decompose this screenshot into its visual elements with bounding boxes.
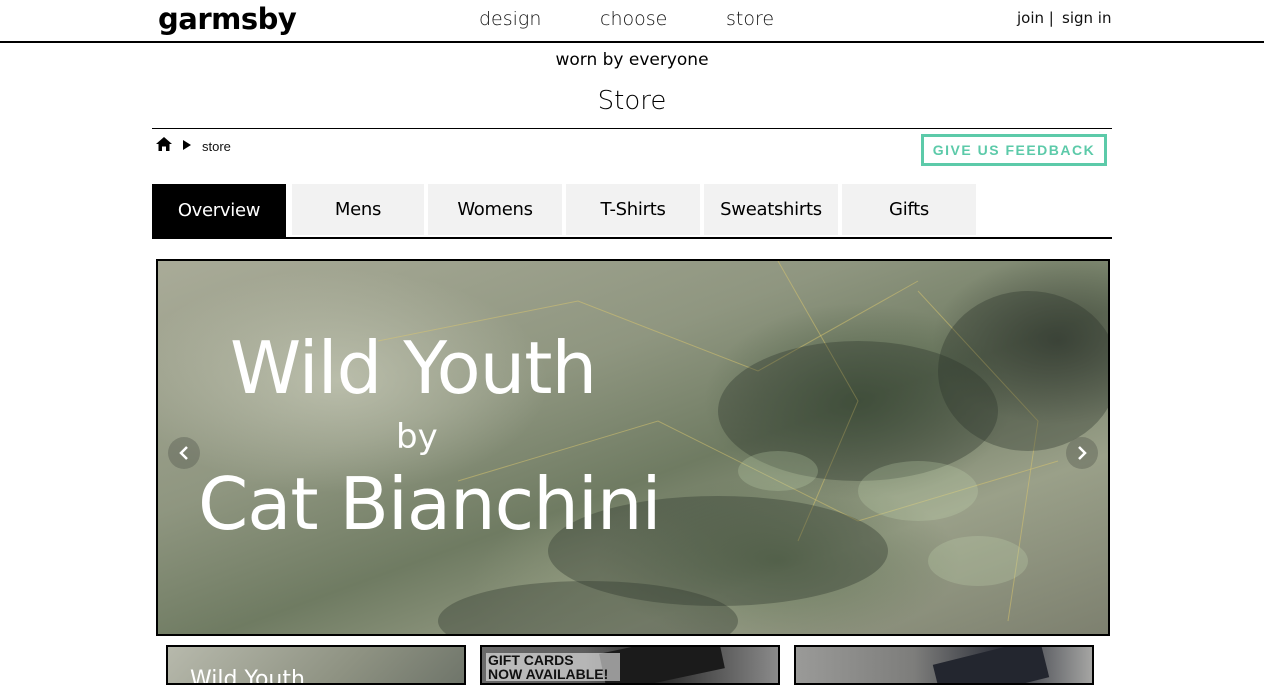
divider [152, 128, 1112, 129]
tagline: worn by everyone [555, 50, 709, 70]
breadcrumb-separator-icon [182, 137, 192, 155]
gift-cards-line2: NOW AVAILABLE! [488, 666, 609, 682]
hero-by: by [396, 417, 438, 457]
home-icon[interactable] [156, 136, 172, 156]
tab-sweatshirts[interactable]: Sweatshirts [704, 184, 838, 235]
thumbnail-title: Wild Youth [190, 667, 305, 685]
nav-store[interactable]: store [726, 6, 774, 32]
nav-design[interactable]: design [479, 6, 541, 32]
tab-t-shirts[interactable]: T-Shirts [566, 184, 700, 235]
thumbnail-packaging[interactable] [794, 645, 1094, 685]
nav-choose[interactable]: choose [600, 6, 667, 32]
hero-image [377, 261, 1108, 634]
hero-artist: Cat Bianchini [198, 462, 662, 546]
tab-womens[interactable]: Womens [428, 184, 562, 235]
prev-arrow-icon[interactable] [168, 437, 200, 469]
thumbnail-gift-cards[interactable]: GIFT CARDS NOW AVAILABLE! [480, 645, 780, 685]
store-tabs: Overview Mens Womens T-Shirts Sweatshirt… [152, 184, 1112, 239]
hero-title: Wild Youth [230, 326, 597, 410]
breadcrumb: store [156, 136, 231, 156]
tab-overview[interactable]: Overview [152, 184, 286, 237]
top-nav: garmsby design choose store join | sign … [0, 0, 1264, 43]
next-arrow-icon[interactable] [1066, 437, 1098, 469]
breadcrumb-current[interactable]: store [202, 139, 231, 154]
page-title: Store [597, 86, 667, 116]
hero-carousel[interactable]: Wild Youth by Cat Bianchini [156, 259, 1110, 636]
tab-mens[interactable]: Mens [292, 184, 424, 235]
gift-cards-text: GIFT CARDS NOW AVAILABLE! [486, 653, 620, 681]
packaging-image [932, 647, 1050, 683]
feedback-button[interactable]: GIVE US FEEDBACK [921, 134, 1107, 166]
thumbnail-wild-youth[interactable]: Wild Youth [166, 645, 466, 685]
gift-cards-line1: GIFT CARDS [488, 652, 574, 668]
sign-in-link[interactable]: sign in [1062, 7, 1111, 29]
tab-gifts[interactable]: Gifts [842, 184, 976, 235]
logo[interactable]: garmsby [158, 0, 297, 38]
join-link[interactable]: join | [1017, 7, 1054, 29]
